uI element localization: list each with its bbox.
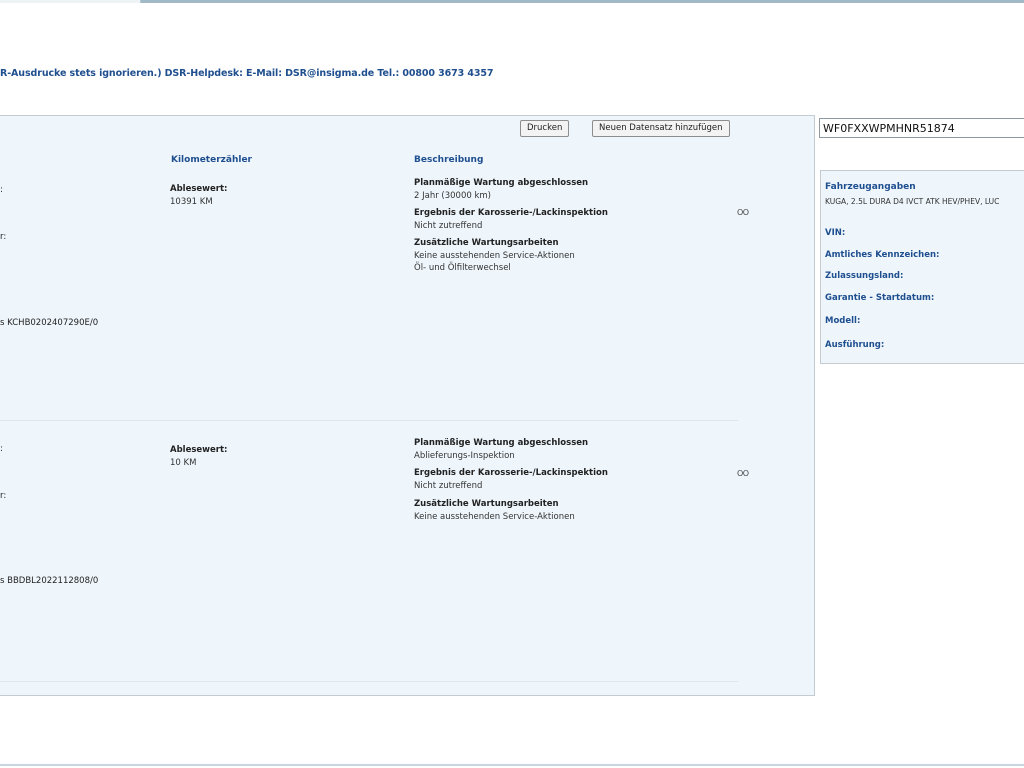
record-2-left-fragment-2: r:	[0, 491, 7, 501]
column-header-description: Beschreibung	[414, 155, 484, 165]
record-1-reading-label: Ablesewert:	[170, 184, 228, 194]
service-history-panel	[0, 115, 815, 696]
record-2-eye-icon[interactable]: OO	[737, 469, 749, 478]
record-2-inspection-value: Nicht zutreffend	[414, 481, 483, 491]
vin-search-input[interactable]	[819, 118, 1024, 138]
record-1-inspection-value: Nicht zutreffend	[414, 221, 483, 231]
record-2-service-title: Planmäßige Wartung abgeschlossen	[414, 438, 589, 448]
record-1-service-title: Planmäßige Wartung abgeschlossen	[414, 178, 589, 188]
vehicle-info-title: Fahrzeugangaben	[825, 182, 916, 192]
helpdesk-info-line: R-Ausdrucke stets ignorieren.) DSR-Helpd…	[0, 68, 494, 79]
record-1-left-fragment: :	[0, 185, 3, 195]
record-1-eye-icon[interactable]: OO	[737, 208, 749, 217]
bottom-divider	[0, 764, 1024, 766]
vehicle-warranty-label: Garantie - Startdatum:	[825, 293, 935, 303]
record-2-inspection-title: Ergebnis der Karosserie-/Lackinspektion	[414, 468, 608, 478]
vehicle-trim-label: Ausführung:	[825, 340, 885, 350]
record-2-service-value: Ablieferungs-Inspektion	[414, 451, 515, 461]
browser-tab-stub[interactable]	[0, 0, 141, 3]
vehicle-vin-label: VIN:	[825, 228, 846, 238]
record-1-left-fragment-2: r:	[0, 232, 7, 242]
record-2-dealer-ref: s BBDBL2022112808/0	[0, 576, 99, 586]
record-separator	[0, 420, 738, 421]
record-1-extra-value-2: Öl- und Ölfilterwechsel	[414, 263, 511, 273]
column-header-odometer: Kilometerzähler	[171, 155, 252, 165]
vehicle-plate-label: Amtliches Kennzeichen:	[825, 250, 940, 260]
record-2-reading-value: 10 KM	[170, 458, 197, 468]
print-button[interactable]: Drucken	[520, 120, 570, 137]
record-separator-bottom	[0, 681, 738, 682]
add-record-button[interactable]: Neuen Datensatz hinzufügen	[592, 120, 730, 137]
record-1-reading-value: 10391 KM	[170, 197, 213, 207]
record-2-extra-title: Zusätzliche Wartungsarbeiten	[414, 499, 559, 509]
record-2-reading-label: Ablesewert:	[170, 445, 228, 455]
vehicle-description: KUGA, 2.5L DURA D4 IVCT ATK HEV/PHEV, LU…	[825, 197, 1000, 206]
record-2-left-fragment: :	[0, 444, 3, 454]
top-bar	[0, 0, 1024, 3]
vehicle-country-label: Zulassungsland:	[825, 271, 904, 281]
record-1-extra-value-1: Keine ausstehenden Service-Aktionen	[414, 251, 575, 261]
vehicle-model-label: Modell:	[825, 316, 861, 326]
record-1-extra-title: Zusätzliche Wartungsarbeiten	[414, 238, 559, 248]
record-1-inspection-title: Ergebnis der Karosserie-/Lackinspektion	[414, 208, 608, 218]
record-2-extra-value-1: Keine ausstehenden Service-Aktionen	[414, 512, 575, 522]
record-1-service-value: 2 Jahr (30000 km)	[414, 191, 491, 201]
record-1-dealer-ref: s KCHB0202407290E/0	[0, 318, 99, 328]
